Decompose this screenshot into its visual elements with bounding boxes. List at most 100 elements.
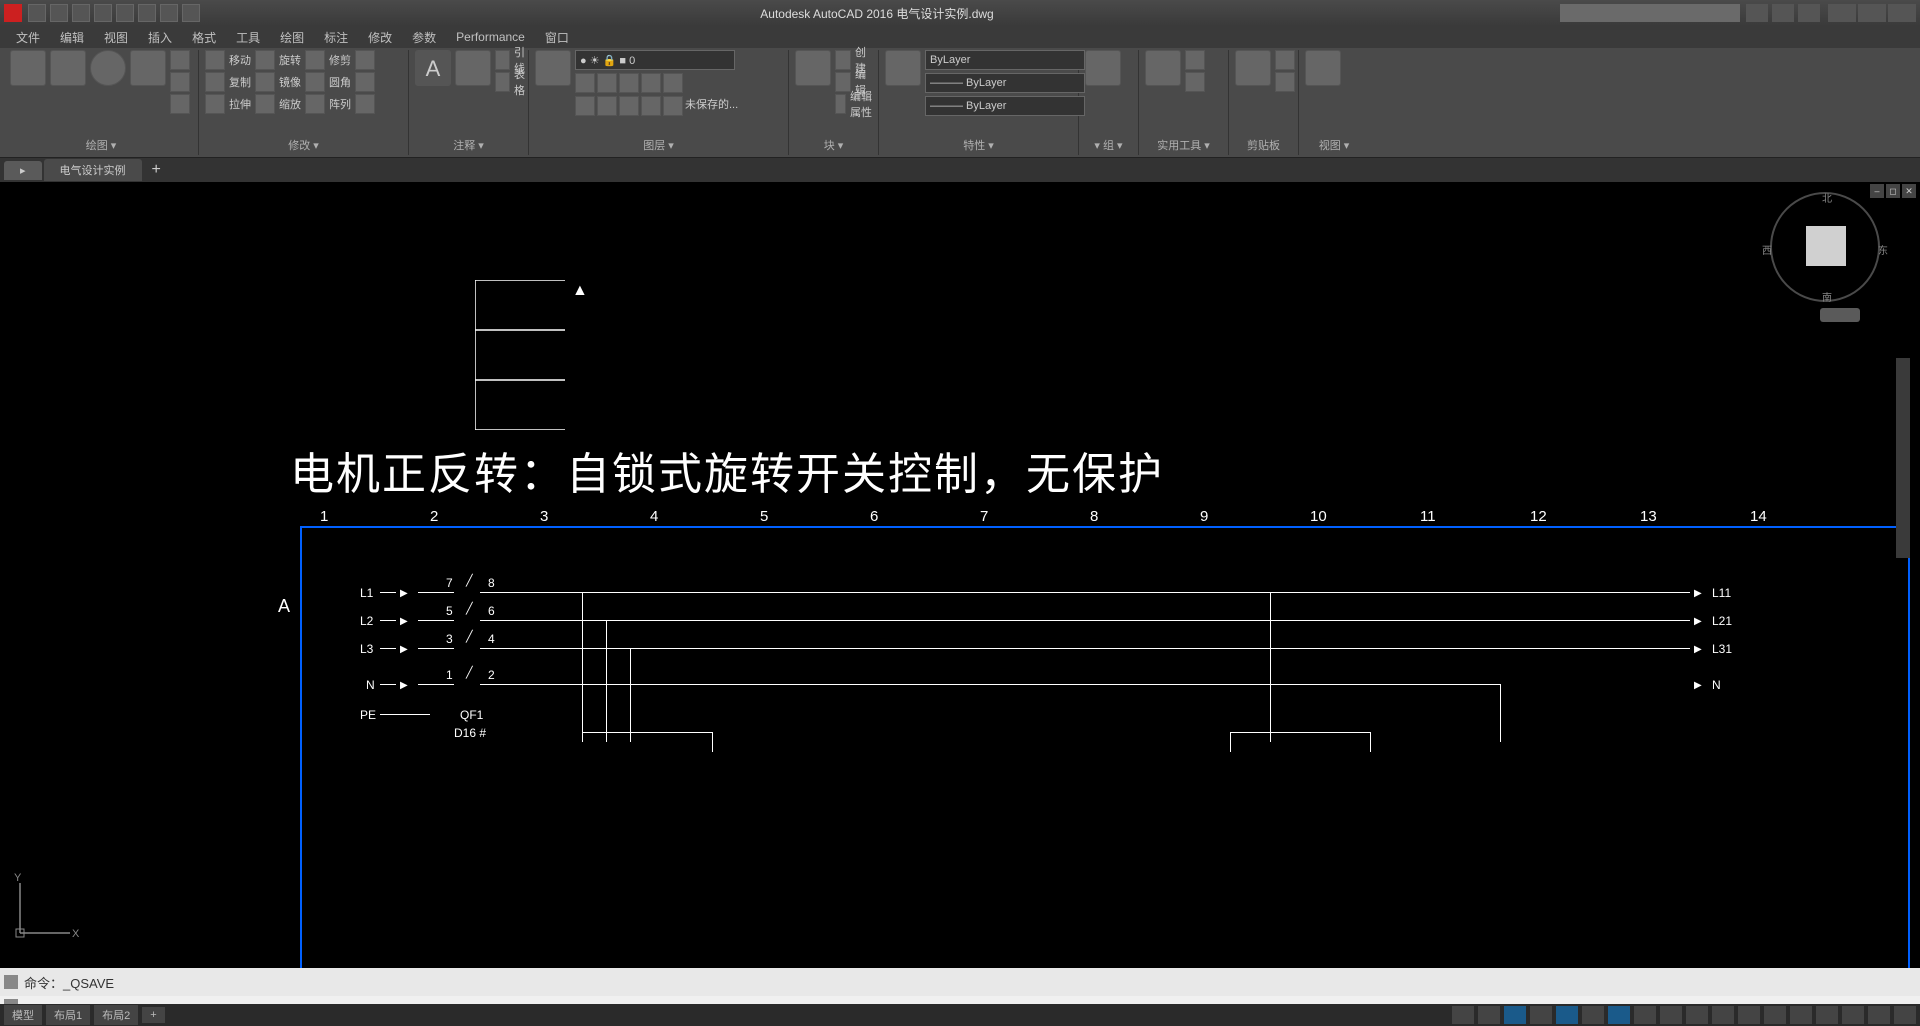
copy-icon[interactable] bbox=[205, 72, 225, 92]
dwg-close[interactable]: ✕ bbox=[1902, 184, 1916, 198]
color-combo[interactable]: ByLayer bbox=[925, 50, 1085, 70]
panel-label-props[interactable]: 特性 ▾ bbox=[885, 135, 1072, 153]
edit-attr-icon[interactable] bbox=[835, 94, 846, 114]
ellipse-icon[interactable] bbox=[170, 72, 190, 92]
menu-window[interactable]: 窗口 bbox=[539, 27, 575, 48]
qselect-icon[interactable] bbox=[1185, 72, 1205, 92]
layer-lock-icon[interactable] bbox=[619, 73, 639, 93]
edit-block-icon[interactable] bbox=[835, 72, 851, 92]
cube-face[interactable] bbox=[1806, 226, 1846, 266]
circle-icon[interactable] bbox=[90, 50, 126, 86]
app-icon[interactable] bbox=[4, 4, 22, 22]
fillet-icon[interactable] bbox=[305, 72, 325, 92]
layer-combo[interactable]: ● ☀ 🔒 ■ 0 bbox=[575, 50, 735, 70]
layer-thaw-icon[interactable] bbox=[597, 96, 617, 116]
qat-save-icon[interactable] bbox=[72, 4, 90, 22]
sb-snap-icon[interactable] bbox=[1504, 1006, 1526, 1024]
layer-on-icon[interactable] bbox=[575, 96, 595, 116]
sb-ortho-icon[interactable] bbox=[1530, 1006, 1552, 1024]
panel-label-groups[interactable]: ▾ 组 ▾ bbox=[1085, 135, 1132, 153]
qat-new-icon[interactable] bbox=[28, 4, 46, 22]
dwg-restore[interactable]: ◻ bbox=[1886, 184, 1900, 198]
panel-label-utils[interactable]: 实用工具 ▾ bbox=[1145, 135, 1222, 153]
hatch-icon[interactable] bbox=[170, 94, 190, 114]
explode-icon[interactable] bbox=[355, 72, 375, 92]
rect-icon[interactable] bbox=[170, 50, 190, 70]
stretch-icon[interactable] bbox=[205, 94, 225, 114]
sb-lwt-icon[interactable] bbox=[1686, 1006, 1708, 1024]
leader-icon[interactable] bbox=[495, 50, 510, 70]
panel-label-layers[interactable]: 图层 ▾ bbox=[535, 135, 782, 153]
exchange-icon[interactable] bbox=[1772, 4, 1794, 22]
menu-parametric[interactable]: 参数 bbox=[406, 27, 442, 48]
sb-polar-icon[interactable] bbox=[1556, 1006, 1578, 1024]
select-icon[interactable] bbox=[1185, 50, 1205, 70]
minimize-button[interactable] bbox=[1828, 4, 1856, 22]
arc-icon[interactable] bbox=[130, 50, 166, 86]
viewcube[interactable]: 北 南 西 东 bbox=[1770, 192, 1880, 302]
menu-edit[interactable]: 编辑 bbox=[54, 27, 90, 48]
menu-modify[interactable]: 修改 bbox=[362, 27, 398, 48]
panel-label-annotate[interactable]: 注释 ▾ bbox=[415, 135, 522, 153]
erase-icon[interactable] bbox=[355, 50, 375, 70]
panel-label-modify[interactable]: 修改 ▾ bbox=[205, 135, 402, 153]
sb-annomon-icon[interactable] bbox=[1764, 1006, 1786, 1024]
move-icon[interactable] bbox=[205, 50, 225, 70]
drawing-canvas[interactable]: – ◻ ✕ 北 南 西 东 X Y ▲ bbox=[0, 182, 1920, 968]
menu-dimension[interactable]: 标注 bbox=[318, 27, 354, 48]
mirror-icon[interactable] bbox=[255, 72, 275, 92]
menu-format[interactable]: 格式 bbox=[186, 27, 222, 48]
scale-icon[interactable] bbox=[255, 94, 275, 114]
layer-walk-icon[interactable] bbox=[663, 96, 683, 116]
linetype-combo[interactable]: ——— ByLayer bbox=[925, 73, 1085, 93]
layer-unlock-icon[interactable] bbox=[619, 96, 639, 116]
polyline-icon[interactable] bbox=[50, 50, 86, 86]
clip-copy-icon[interactable] bbox=[1275, 72, 1295, 92]
help-icon[interactable] bbox=[1798, 4, 1820, 22]
sb-cycling-icon[interactable] bbox=[1738, 1006, 1760, 1024]
sb-osnap-icon[interactable] bbox=[1608, 1006, 1630, 1024]
layer-props-icon[interactable] bbox=[535, 50, 571, 86]
trim-icon[interactable] bbox=[305, 50, 325, 70]
text-icon[interactable]: A bbox=[415, 50, 451, 86]
group-icon[interactable] bbox=[1085, 50, 1121, 86]
layer-match-icon[interactable] bbox=[663, 73, 683, 93]
menu-file[interactable]: 文件 bbox=[10, 27, 46, 48]
command-close-icon[interactable] bbox=[4, 975, 18, 989]
layer-prev-icon[interactable] bbox=[641, 96, 661, 116]
sb-hardware-icon[interactable] bbox=[1842, 1006, 1864, 1024]
offset-icon[interactable] bbox=[355, 94, 375, 114]
qat-undo-icon[interactable] bbox=[138, 4, 156, 22]
qat-dropdown-icon[interactable] bbox=[182, 4, 200, 22]
cut-icon[interactable] bbox=[1275, 50, 1295, 70]
doc-tab-start[interactable]: ▸ bbox=[4, 161, 42, 180]
layer-freeze-icon[interactable] bbox=[597, 73, 617, 93]
qat-open-icon[interactable] bbox=[50, 4, 68, 22]
sb-otrack-icon[interactable] bbox=[1660, 1006, 1682, 1024]
rotate-icon[interactable] bbox=[255, 50, 275, 70]
doc-tab-add[interactable]: + bbox=[144, 161, 169, 179]
table-icon[interactable] bbox=[495, 72, 510, 92]
panel-label-block[interactable]: 块 ▾ bbox=[795, 135, 872, 153]
measure-icon[interactable] bbox=[1145, 50, 1181, 86]
vertical-scrollbar[interactable] bbox=[1896, 358, 1910, 558]
insert-block-icon[interactable] bbox=[795, 50, 831, 86]
sb-transparency-icon[interactable] bbox=[1712, 1006, 1734, 1024]
menu-draw[interactable]: 绘图 bbox=[274, 27, 310, 48]
layout2-tab[interactable]: 布局2 bbox=[94, 1005, 138, 1025]
sb-isodraft-icon[interactable] bbox=[1582, 1006, 1604, 1024]
panel-label-view[interactable]: 视图 ▾ bbox=[1305, 135, 1363, 153]
panel-label-clipboard[interactable]: 剪贴板 bbox=[1235, 135, 1292, 153]
sb-model-icon[interactable] bbox=[1452, 1006, 1474, 1024]
layer-iso-icon[interactable] bbox=[575, 73, 595, 93]
base-view-icon[interactable] bbox=[1305, 50, 1341, 86]
menu-tools[interactable]: 工具 bbox=[230, 27, 266, 48]
sb-3dosnap-icon[interactable] bbox=[1634, 1006, 1656, 1024]
create-block-icon[interactable] bbox=[835, 50, 851, 70]
sb-workspace-icon[interactable] bbox=[1816, 1006, 1838, 1024]
qat-redo-icon[interactable] bbox=[160, 4, 178, 22]
layout1-tab[interactable]: 布局1 bbox=[46, 1005, 90, 1025]
nav-bar[interactable] bbox=[1820, 308, 1860, 322]
paste-icon[interactable] bbox=[1235, 50, 1271, 86]
layer-off-icon[interactable] bbox=[641, 73, 661, 93]
